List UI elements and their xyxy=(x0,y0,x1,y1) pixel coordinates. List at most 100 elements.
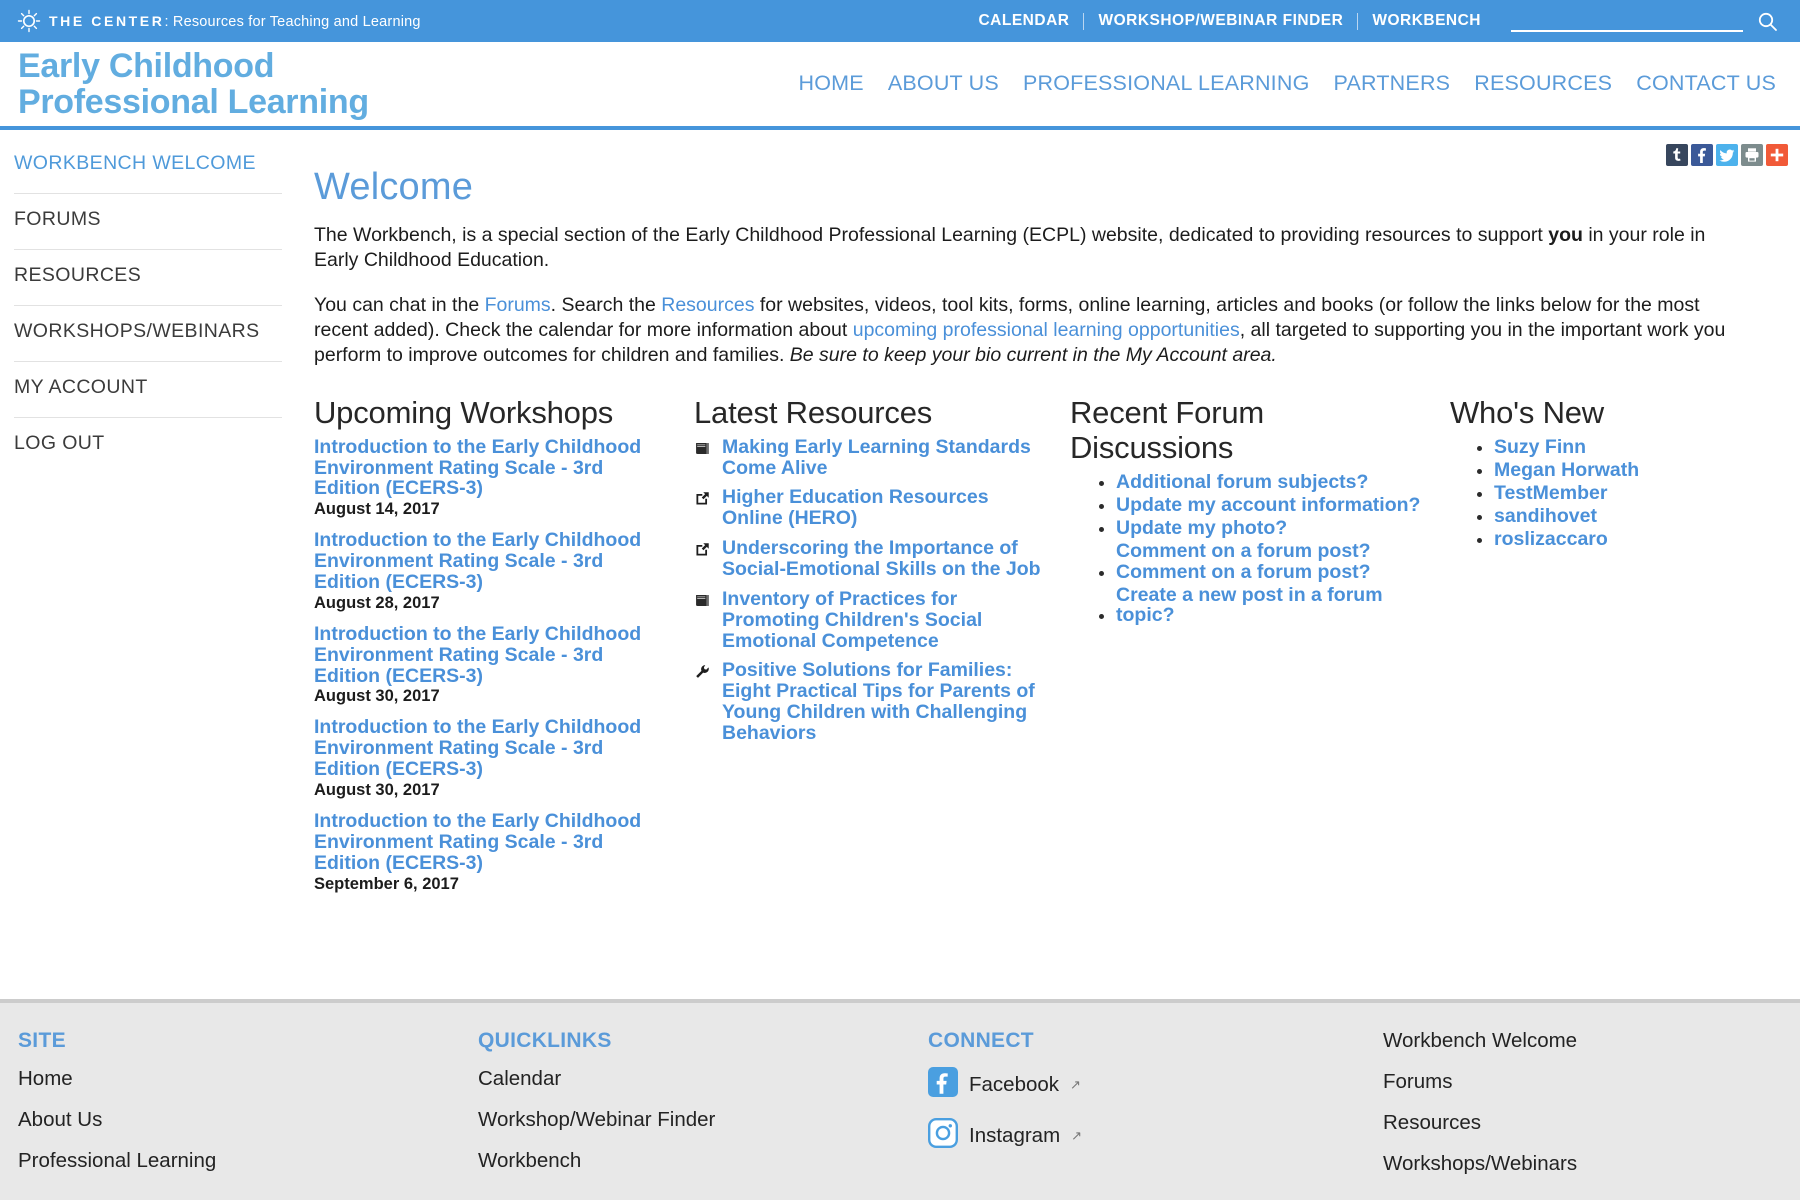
footer-link-workshop-webinar-finder[interactable]: Workshop/Webinar Finder xyxy=(478,1108,910,1132)
workshop-date: August 14, 2017 xyxy=(314,500,440,519)
forum-link[interactable]: Comment on a forum post? Comment on a fo… xyxy=(1116,540,1424,583)
sidebar-item-resources[interactable]: RESOURCES xyxy=(14,250,282,306)
wrench-icon xyxy=(694,660,714,685)
external-link-icon: ↗ xyxy=(1070,1076,1081,1092)
intro-p2-part-b: . Search the xyxy=(550,293,662,316)
footer-link-workbench-welcome[interactable]: Workbench Welcome xyxy=(1383,1029,1800,1053)
nav-item-resources[interactable]: RESOURCES xyxy=(1474,71,1612,96)
resource-link[interactable]: Positive Solutions for Families: Eight P… xyxy=(722,660,1044,744)
workshop-link[interactable]: Introduction to the Early Childhood Envi… xyxy=(314,530,668,593)
site-title-line2: Professional Learning xyxy=(18,83,369,121)
footer-link-about-us[interactable]: About Us xyxy=(18,1108,460,1132)
footer-link-forums[interactable]: Forums xyxy=(1383,1070,1800,1094)
workshop-date: August 30, 2017 xyxy=(314,687,440,706)
resource-item: Inventory of Practices for Promoting Chi… xyxy=(694,589,1044,652)
forum-link[interactable]: Update my photo? xyxy=(1116,517,1287,539)
member-link[interactable]: sandihovet xyxy=(1494,505,1597,527)
forum-link[interactable]: Additional forum subjects? xyxy=(1116,471,1368,493)
list-item: TestMember xyxy=(1494,482,1744,504)
footer-facebook-label: Facebook xyxy=(969,1072,1060,1096)
share-addthis-plus-icon[interactable] xyxy=(1766,144,1788,166)
column-title-resources: Latest Resources xyxy=(694,394,933,430)
logo-bar: Early Childhood Professional Learning HO… xyxy=(0,42,1800,130)
workshop-item: Introduction to the Early Childhood Envi… xyxy=(314,811,668,894)
sidebar-item-workshops-webinars[interactable]: WORKSHOPS/WEBINARS xyxy=(14,306,282,362)
sidebar-item-workbench-welcome[interactable]: WORKBENCH WELCOME xyxy=(14,152,282,194)
workshop-link[interactable]: Introduction to the Early Childhood Envi… xyxy=(314,624,668,687)
resource-item: Making Early Learning Standards Come Ali… xyxy=(694,436,1044,479)
footer-link-instagram[interactable]: Instagram ↗ xyxy=(928,1118,1365,1153)
resource-item: Higher Education Resources Online (HERO) xyxy=(694,487,1044,529)
list-item: sandihovet xyxy=(1494,505,1744,527)
footer-column-connect: CONNECT Facebook ↗ Instagram ↗ xyxy=(910,1029,1365,1200)
external-link-icon xyxy=(694,538,714,563)
member-link[interactable]: Megan Horwath xyxy=(1494,459,1639,481)
topnav-item-workbench[interactable]: WORKBENCH xyxy=(1358,12,1495,30)
list-item: Additional forum subjects? xyxy=(1116,471,1424,493)
page-body: WORKBENCH WELCOME FORUMS RESOURCES WORKS… xyxy=(0,130,1800,999)
footer-link-home[interactable]: Home xyxy=(18,1067,460,1091)
nav-item-partners[interactable]: PARTNERS xyxy=(1334,71,1451,96)
book-icon xyxy=(694,589,714,614)
share-facebook-icon[interactable] xyxy=(1691,144,1713,166)
member-link[interactable]: TestMember xyxy=(1494,482,1607,504)
footer-link-workbench[interactable]: Workbench xyxy=(478,1149,910,1173)
member-link[interactable]: Suzy Finn xyxy=(1494,436,1586,458)
workshop-link[interactable]: Introduction to the Early Childhood Envi… xyxy=(314,717,668,780)
intro-p1-bold: you xyxy=(1548,224,1583,246)
footer-column-site: SITE Home About Us Professional Learning xyxy=(0,1029,460,1200)
resource-link[interactable]: Making Early Learning Standards Come Ali… xyxy=(722,436,1044,479)
workshop-link[interactable]: Introduction to the Early Childhood Envi… xyxy=(314,811,668,874)
footer-link-resources[interactable]: Resources xyxy=(1383,1111,1800,1135)
footer-link-professional-learning[interactable]: Professional Learning xyxy=(18,1149,460,1173)
whos-new-list: Suzy Finn Megan Horwath TestMember sandi… xyxy=(1450,436,1744,550)
brandmark-text: THE CENTER: Resources for Teaching and L… xyxy=(49,13,421,30)
nav-item-about-us[interactable]: ABOUT US xyxy=(888,71,999,96)
brandmark-strong: THE CENTER xyxy=(49,12,165,29)
share-tumblr-icon[interactable] xyxy=(1666,144,1688,166)
search-icon[interactable] xyxy=(1757,11,1778,32)
workshop-item: Introduction to the Early Childhood Envi… xyxy=(314,436,668,520)
share-print-icon[interactable] xyxy=(1741,144,1763,166)
search-input[interactable] xyxy=(1511,10,1743,32)
topnav-item-calendar[interactable]: CALENDAR xyxy=(964,12,1083,30)
nav-item-home[interactable]: HOME xyxy=(799,71,864,96)
link-forums[interactable]: Forums xyxy=(485,294,551,316)
sidebar-item-forums[interactable]: FORUMS xyxy=(14,194,282,250)
nav-item-contact-us[interactable]: CONTACT US xyxy=(1636,71,1776,96)
center-brandmark[interactable]: THE CENTER: Resources for Teaching and L… xyxy=(16,8,421,34)
column-whos-new: Who's New Suzy Finn Megan Horwath TestMe… xyxy=(1450,395,1770,905)
site-logo[interactable]: Early Childhood Professional Learning xyxy=(18,46,369,121)
resource-link[interactable]: Underscoring the Importance of Social-Em… xyxy=(722,538,1044,580)
intro-p2-part-a: You can chat in the xyxy=(314,293,485,316)
sidebar-item-my-account[interactable]: MY ACCOUNT xyxy=(14,362,282,418)
nav-item-professional-learning[interactable]: PROFESSIONAL LEARNING xyxy=(1023,71,1310,96)
workshop-link[interactable]: Introduction to the Early Childhood Envi… xyxy=(314,436,668,500)
forum-link[interactable]: Create a new post in a forum topic? xyxy=(1116,584,1424,627)
share-twitter-icon[interactable] xyxy=(1716,144,1738,166)
resource-link[interactable]: Inventory of Practices for Promoting Chi… xyxy=(722,589,1044,652)
site-title-line1: Early Childhood xyxy=(18,46,275,85)
footer-link-facebook[interactable]: Facebook ↗ xyxy=(928,1067,1365,1102)
list-item: Suzy Finn xyxy=(1494,436,1744,458)
forum-link[interactable]: Update my account information? xyxy=(1116,494,1420,516)
external-link-icon xyxy=(694,487,714,512)
intro-paragraph-2: You can chat in the Forums. Search the R… xyxy=(314,293,1744,369)
search-area xyxy=(1511,10,1778,32)
footer-link-workshops-webinars[interactable]: Workshops/Webinars xyxy=(1383,1152,1800,1176)
main-nav: HOME ABOUT US PROFESSIONAL LEARNING PART… xyxy=(799,71,1776,98)
list-item: Comment on a forum post? Comment on a fo… xyxy=(1116,540,1424,583)
content-columns: Upcoming Workshops Introduction to the E… xyxy=(314,395,1770,905)
brandmark-tagline: : Resources for Teaching and Learning xyxy=(164,13,421,30)
topnav-item-workshop-webinar-finder[interactable]: WORKSHOP/WEBINAR FINDER xyxy=(1084,12,1357,30)
social-share-bar xyxy=(1666,144,1788,166)
sidebar-item-log-out[interactable]: LOG OUT xyxy=(14,418,282,473)
footer-link-calendar[interactable]: Calendar xyxy=(478,1067,910,1091)
resource-link[interactable]: Higher Education Resources Online (HERO) xyxy=(722,487,1044,529)
sidebar: WORKBENCH WELCOME FORUMS RESOURCES WORKS… xyxy=(0,130,282,999)
link-upcoming-opportunities[interactable]: upcoming professional learning opportuni… xyxy=(853,319,1240,341)
link-resources[interactable]: Resources xyxy=(661,294,754,316)
footer-heading-quicklinks: QUICKLINKS xyxy=(478,1029,612,1052)
member-link[interactable]: roslizaccaro xyxy=(1494,528,1608,550)
column-latest-resources: Latest Resources Making Early Learning S… xyxy=(694,395,1070,905)
